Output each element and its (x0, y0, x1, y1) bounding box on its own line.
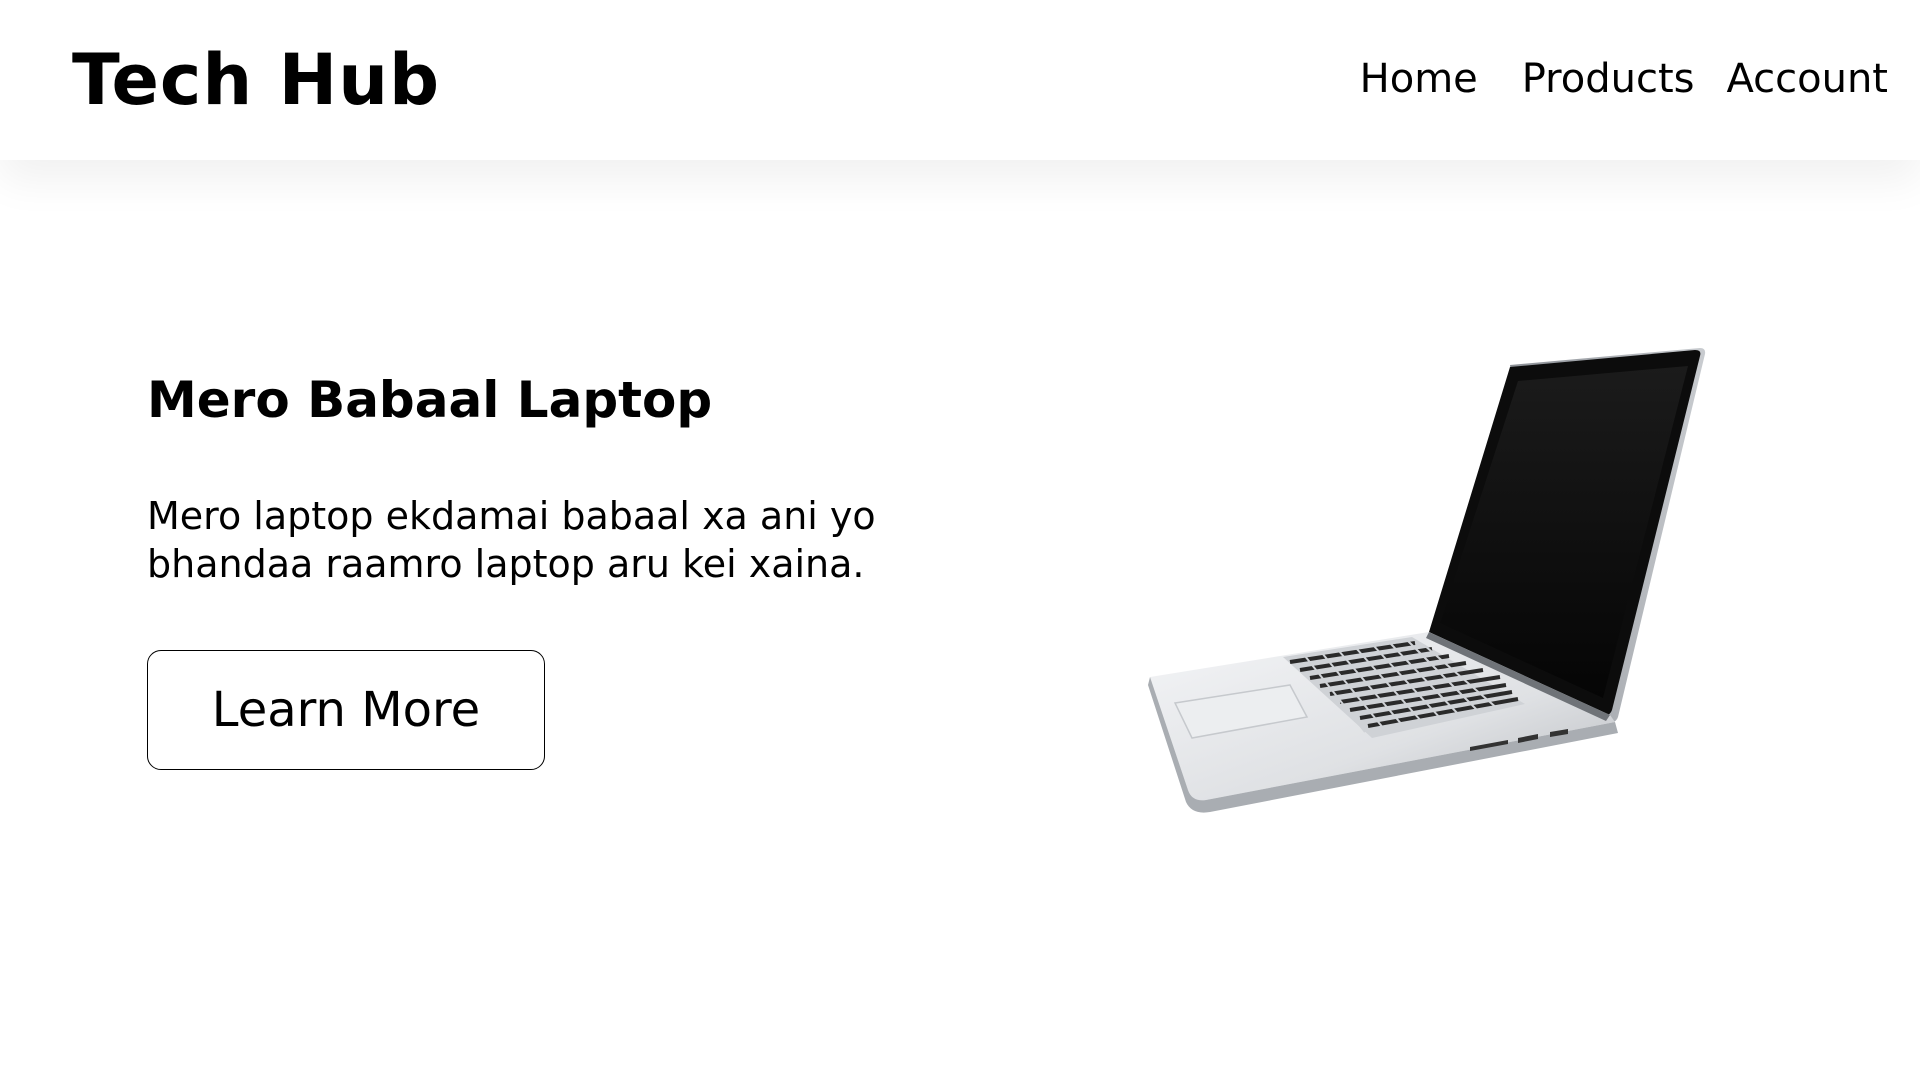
nav-link-products[interactable]: Products (1522, 54, 1695, 104)
hero-description: Mero laptop ekdamai babaal xa ani yo bha… (147, 494, 876, 586)
hero-title: Mero Babaal Laptop (147, 371, 713, 429)
learn-more-button[interactable]: Learn More (147, 650, 545, 770)
nav-link-home[interactable]: Home (1360, 54, 1478, 104)
site-header: Tech Hub Home Products Account (0, 0, 1920, 160)
laptop-image (1148, 348, 1706, 813)
main-nav: Home Products Account (1360, 54, 1888, 104)
nav-link-account[interactable]: Account (1726, 54, 1888, 104)
brand-logo[interactable]: Tech Hub (72, 38, 440, 122)
